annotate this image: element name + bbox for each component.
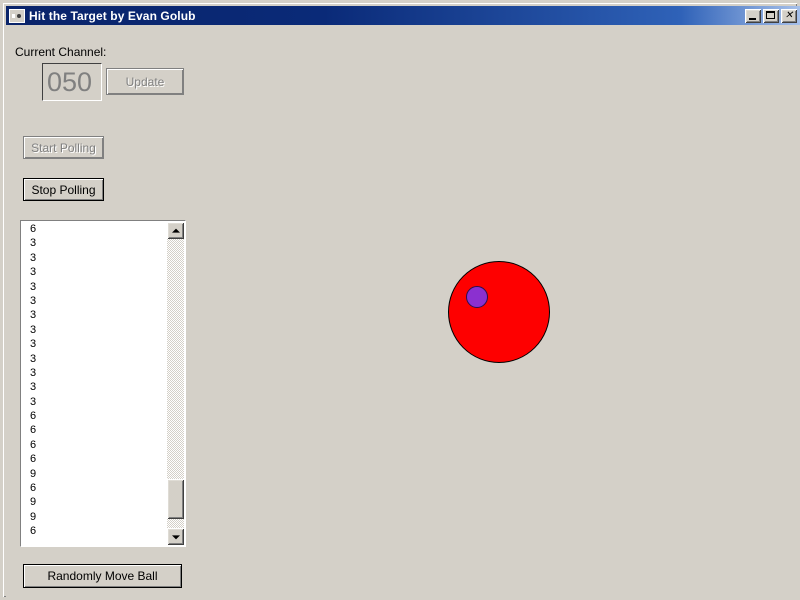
- list-item[interactable]: 3: [22, 294, 167, 308]
- list-item[interactable]: 6: [22, 524, 167, 538]
- scrollbar-thumb[interactable]: [167, 478, 184, 520]
- application-window: Hit the Target by Evan Golub ✕ Current C…: [0, 0, 800, 600]
- client-area: Current Channel: 050 Update Start Pollin…: [6, 25, 800, 600]
- list-item[interactable]: 3: [22, 236, 167, 250]
- list-item[interactable]: 6: [22, 481, 167, 495]
- app-icon: [9, 8, 25, 23]
- list-item[interactable]: 6: [22, 423, 167, 437]
- list-item[interactable]: 3: [22, 308, 167, 322]
- list-item[interactable]: 3: [22, 352, 167, 366]
- randomly-move-ball-button[interactable]: Randomly Move Ball: [23, 564, 182, 588]
- list-item[interactable]: 3: [22, 366, 167, 380]
- maximize-button[interactable]: [763, 8, 779, 23]
- start-polling-button[interactable]: Start Polling: [23, 136, 104, 159]
- close-button[interactable]: ✕: [781, 8, 797, 23]
- scroll-down-button[interactable]: [167, 528, 184, 545]
- chevron-up-icon: [171, 228, 180, 233]
- list-item[interactable]: 3: [22, 280, 167, 294]
- maximize-icon: [766, 10, 775, 19]
- channel-value-field[interactable]: 050: [42, 63, 102, 101]
- stop-polling-button[interactable]: Stop Polling: [23, 178, 104, 201]
- window-controls: ✕: [745, 8, 797, 23]
- minimize-icon: [749, 17, 756, 20]
- minimize-button[interactable]: [745, 8, 761, 23]
- list-item[interactable]: 9: [22, 510, 167, 524]
- window-title: Hit the Target by Evan Golub: [29, 8, 196, 23]
- list-item[interactable]: 6: [22, 409, 167, 423]
- list-item[interactable]: 3: [22, 323, 167, 337]
- list-item[interactable]: 6: [22, 222, 167, 236]
- list-item[interactable]: 3: [22, 265, 167, 279]
- list-item[interactable]: 9: [22, 467, 167, 481]
- list-item[interactable]: 3: [22, 337, 167, 351]
- list-item[interactable]: 6: [22, 438, 167, 452]
- chevron-down-icon: [171, 534, 180, 539]
- title-bar[interactable]: Hit the Target by Evan Golub ✕: [6, 6, 800, 25]
- log-list-items[interactable]: 6333333333333666696996: [22, 222, 167, 545]
- list-item[interactable]: 3: [22, 395, 167, 409]
- red-target-ball[interactable]: [448, 261, 550, 363]
- list-item[interactable]: 9: [22, 495, 167, 509]
- current-channel-label: Current Channel:: [15, 45, 107, 59]
- list-item[interactable]: 6: [22, 452, 167, 466]
- purple-ball[interactable]: [466, 286, 488, 308]
- close-icon: ✕: [784, 9, 794, 21]
- log-listbox[interactable]: 6333333333333666696996: [20, 220, 186, 547]
- scroll-up-button[interactable]: [167, 222, 184, 239]
- update-button[interactable]: Update: [106, 68, 184, 95]
- listbox-scrollbar[interactable]: [167, 222, 184, 545]
- list-item[interactable]: 3: [22, 251, 167, 265]
- list-item[interactable]: 3: [22, 380, 167, 394]
